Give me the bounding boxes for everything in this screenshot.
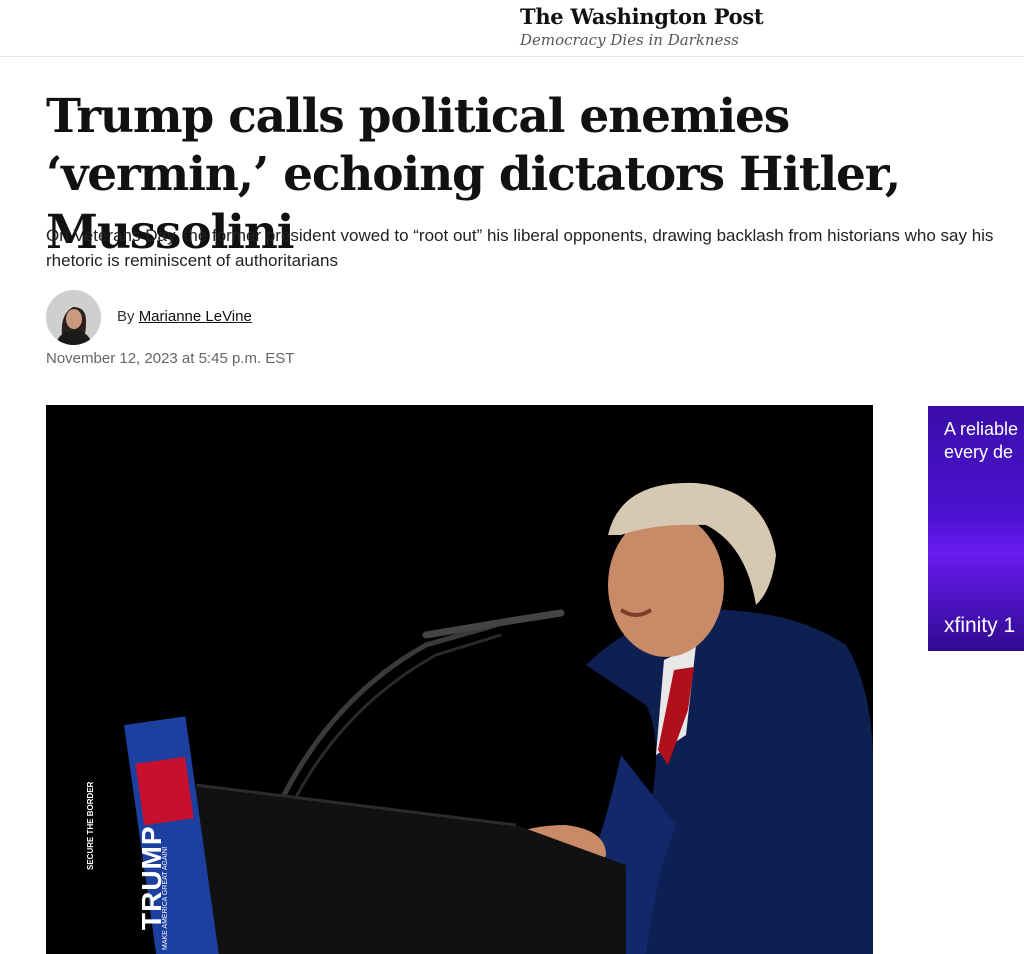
hero-photo	[46, 405, 873, 954]
masthead: The Washington Post Democracy Dies in Da…	[0, 0, 1024, 57]
publish-timestamp: November 12, 2023 at 5:45 p.m. EST	[46, 350, 295, 367]
byline: By Marianne LeVine	[117, 308, 252, 325]
author-avatar[interactable]	[46, 290, 101, 345]
site-logo[interactable]: The Washington Post	[520, 4, 764, 29]
podium-sign-footer: MAKE AMERICA GREAT AGAIN!	[162, 846, 169, 950]
site-tagline: Democracy Dies in Darkness	[520, 31, 739, 49]
author-link[interactable]: Marianne LeVine	[139, 308, 252, 325]
article-subheadline: On Veterans Day, the former president vo…	[46, 226, 994, 270]
byline-prefix: By	[117, 308, 135, 325]
hero-image[interactable]: SECURE THE BORDER TRUMP MAKE AMERICA GRE…	[46, 405, 873, 954]
ad-brand: xfinity 1	[944, 614, 1016, 637]
author-photo-icon	[46, 290, 101, 345]
advertisement[interactable]: A reliable every de xfinity 1	[928, 406, 1024, 651]
ad-copy: A reliable every de	[944, 419, 1019, 462]
podium-sign-tagline: SECURE THE BORDER	[86, 781, 95, 870]
